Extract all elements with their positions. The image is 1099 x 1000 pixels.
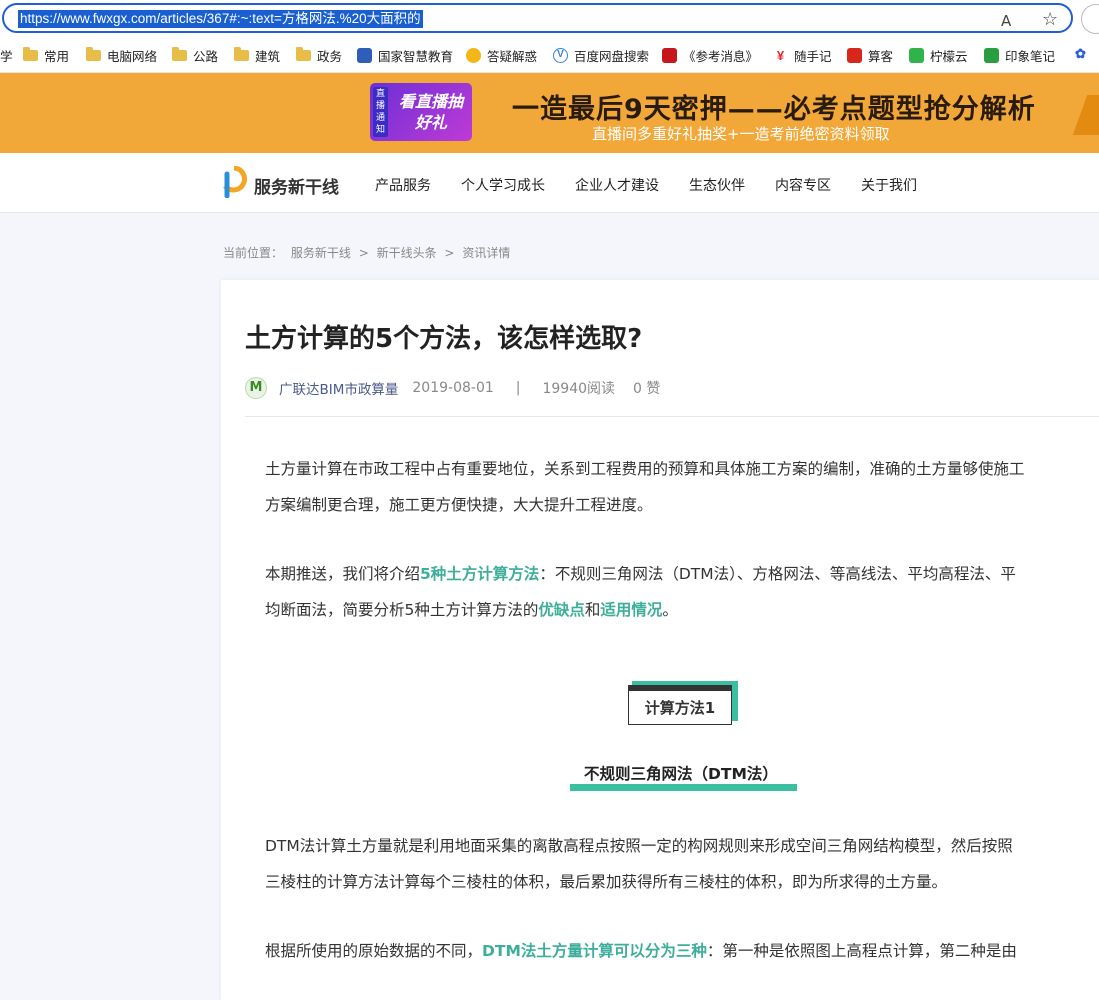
publish-date: 2019-08-01 xyxy=(412,380,494,396)
breadcrumb-separator: > xyxy=(444,246,455,260)
yen-icon: ¥ xyxy=(773,48,788,63)
profile-button[interactable] xyxy=(1081,4,1099,34)
live-badge: 直播通知 看直播抽好礼 xyxy=(370,83,472,141)
nav-item-enterprise[interactable]: 企业人才建设 xyxy=(575,175,659,195)
site-nav: 服务新干线 产品服务 个人学习成长 企业人才建设 生态伙伴 内容专区 关于我们 xyxy=(0,153,1099,213)
breadcrumb-link-headlines[interactable]: 新干线头条 xyxy=(377,246,437,260)
logo-icon[interactable] xyxy=(221,166,247,198)
breadcrumb-label: 当前位置： xyxy=(223,246,284,260)
bookmark-item[interactable]: ✿ xyxy=(1073,46,1094,61)
bookmark-item[interactable]: V 百度网盘搜索 xyxy=(553,46,649,65)
banner-subtitle: 直播间多重好礼抽奖+一造考前绝密资料领取 xyxy=(592,125,890,143)
favorite-star-icon[interactable]: ☆ xyxy=(1042,9,1058,30)
author-avatar[interactable]: M xyxy=(245,377,267,399)
article-title: 土方计算的5个方法，该怎样选取? xyxy=(245,324,643,354)
read-count: 19940阅读 xyxy=(542,381,616,397)
breadcrumb-current: 资讯详情 xyxy=(462,246,511,260)
folder-icon xyxy=(234,47,249,61)
bookmark-folder[interactable]: 公路 xyxy=(172,46,218,65)
like-count[interactable]: 0 赞 xyxy=(633,378,660,398)
logo-text[interactable]: 服务新干线 xyxy=(254,173,339,198)
nav-item-content[interactable]: 内容专区 xyxy=(775,175,831,195)
bookmark-folder[interactable]: 建筑 xyxy=(234,46,280,65)
breadcrumb: 当前位置： 服务新干线 > 新干线头条 > 资讯详情 xyxy=(223,244,514,261)
nav-item-products[interactable]: 产品服务 xyxy=(375,175,431,195)
suanke-icon xyxy=(847,48,862,63)
highlight-text: 适用情况 xyxy=(600,601,663,619)
paw-icon: ✿ xyxy=(1073,46,1088,61)
bookmark-item[interactable]: 柠檬云 xyxy=(909,46,968,65)
live-badge-text: 看直播抽好礼 xyxy=(398,92,463,132)
banner-title: 一造最后9天密押——必考点题型抢分解析 xyxy=(512,94,1036,125)
paragraph-overview: 本期推送，我们将介绍5种土方计算方法：不规则三角网法（DTM法）、方格网法、等高… xyxy=(265,565,1016,619)
nav-item-about[interactable]: 关于我们 xyxy=(861,175,917,195)
breadcrumb-link-home[interactable]: 服务新干线 xyxy=(291,246,351,260)
bookmark-folder[interactable]: 常用 xyxy=(23,46,69,65)
highlight-text: 优缺点 xyxy=(538,601,585,619)
title-divider xyxy=(245,416,1099,417)
promo-banner[interactable]: 直播通知 看直播抽好礼 一造最后9天密押——必考点题型抢分解析 直播间多重好礼抽… xyxy=(0,73,1099,153)
bulb-icon xyxy=(466,48,481,63)
bookmark-item[interactable]: ¥ 随手记 xyxy=(773,46,832,65)
bookmark-item[interactable]: 答疑解惑 xyxy=(466,46,537,65)
paragraph-intro: 土方量计算在市政工程中占有重要地位，关系到工程费用的预算和具体施工方案的编制，准… xyxy=(265,460,1025,514)
bookmark-folder[interactable]: 电脑网络 xyxy=(86,46,157,65)
folder-icon xyxy=(172,47,187,61)
folder-icon xyxy=(86,47,101,61)
evernote-icon xyxy=(984,48,999,63)
lemon-cloud-icon xyxy=(909,48,924,63)
url-text[interactable]: https://www.fwxgx.com/articles/367#:~:te… xyxy=(18,10,423,28)
nav-item-personal-growth[interactable]: 个人学习成长 xyxy=(461,175,545,195)
bookmark-item[interactable]: 印象笔记 xyxy=(984,46,1055,65)
nav-item-partners[interactable]: 生态伙伴 xyxy=(689,175,745,195)
bookmark-item[interactable]: 《参考消息》 xyxy=(662,46,758,65)
section-heading: 不规则三角网法（DTM法） xyxy=(584,765,778,783)
heading-underline xyxy=(570,784,797,791)
bookmark-item[interactable]: 国家智慧教育 xyxy=(357,46,453,65)
address-bar[interactable]: https://www.fwxgx.com/articles/367#:~:te… xyxy=(2,3,1073,33)
folder-icon xyxy=(296,47,311,61)
method-label-box: 计算方法1 xyxy=(628,681,738,727)
paragraph-dtm-types: 根据所使用的原始数据的不同，DTM法土方量计算可以分为三种：第一种是依照图上高程… xyxy=(265,942,1017,960)
highlight-text: DTM法土方量计算可以分为三种 xyxy=(482,942,707,960)
read-aloud-icon[interactable]: A xyxy=(1001,12,1011,30)
bookmarks-bar: 学 常用 电脑网络 公路 建筑 政务 国家智慧教育 答疑解惑 V 百度网盘搜索 《… xyxy=(0,38,1099,73)
paragraph-dtm: DTM法计算土方量就是利用地面采集的离散高程点按照一定的构网规则来形成空间三角网… xyxy=(265,837,1013,891)
banner-arrow-icon xyxy=(1072,95,1099,135)
baidu-pan-icon: V xyxy=(553,48,568,63)
live-notice-tag: 直播通知 xyxy=(373,87,388,137)
highlight-text: 5种土方计算方法 xyxy=(420,565,540,583)
bookmark-item[interactable]: 学 xyxy=(0,46,13,65)
folder-icon xyxy=(23,47,38,61)
browser-toolbar: https://www.fwxgx.com/articles/367#:~:te… xyxy=(0,0,1099,38)
graduation-cap-icon xyxy=(357,48,372,63)
meta-divider: | xyxy=(515,380,521,396)
method-label: 计算方法1 xyxy=(628,685,732,725)
breadcrumb-separator: > xyxy=(358,246,369,260)
bookmark-folder[interactable]: 政务 xyxy=(296,46,342,65)
article-meta: M 广联达BIM市政算量 2019-08-01 | 19940阅读 0 赞 xyxy=(245,376,660,400)
newspaper-icon xyxy=(662,48,677,63)
author-name[interactable]: 广联达BIM市政算量 xyxy=(279,378,398,398)
bookmark-item[interactable]: 算客 xyxy=(847,46,893,65)
